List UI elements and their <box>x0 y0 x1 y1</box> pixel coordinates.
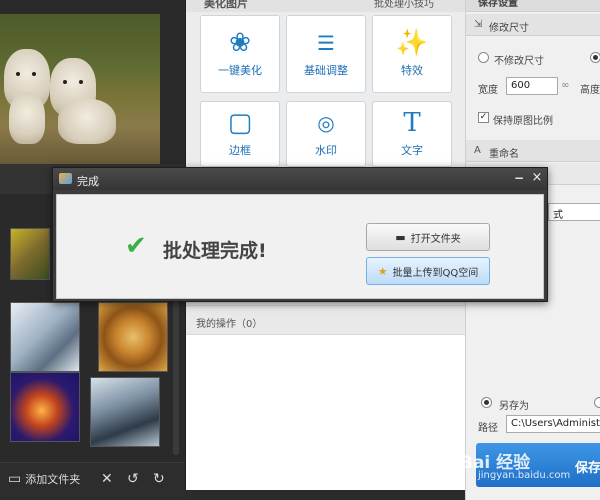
rename-section-label: 重命名 <box>489 149 519 160</box>
rotate-right-button[interactable]: ↻ <box>153 471 165 487</box>
upload-qzone-button[interactable]: ★ 批量上传到QQ空间 <box>366 257 490 285</box>
keep-ratio-label: 保持原图比例 <box>493 116 553 127</box>
tool-one-click-beautify[interactable]: ❀ 一键美化 <box>200 15 280 93</box>
my-operations-list <box>186 335 466 490</box>
tool-frame[interactable]: ▢ 边框 <box>200 101 280 167</box>
tool-label: 基础调整 <box>304 64 348 77</box>
delete-button[interactable]: ✕ <box>101 471 113 487</box>
add-folder-button[interactable]: ▭ 添加文件夹 <box>8 471 80 487</box>
tool-label: 边框 <box>229 144 251 157</box>
app-icon <box>59 173 72 184</box>
tool-watermark[interactable]: ◎ 水印 <box>286 101 366 167</box>
magic-wand-icon: ✨ <box>395 28 429 58</box>
star-icon: ★ <box>377 264 388 278</box>
rename-icon: A <box>474 145 481 156</box>
folder-icon: ▭ <box>8 471 22 487</box>
thumbnail[interactable] <box>10 302 80 372</box>
sliders-icon: ☰ <box>317 31 335 55</box>
dog-eye <box>63 80 67 84</box>
frame-icon: ▢ <box>227 108 253 138</box>
dog-eye <box>32 72 36 76</box>
height-label: 高度 <box>580 85 600 96</box>
text-icon: T <box>403 108 421 138</box>
save-as-radio[interactable] <box>481 397 492 408</box>
tool-effects[interactable]: ✨ 特效 <box>372 15 452 93</box>
no-resize-label: 不修改尺寸 <box>494 56 544 67</box>
rotate-right-icon: ↻ <box>153 471 165 487</box>
thumbnail[interactable] <box>10 372 80 442</box>
open-folder-button[interactable]: ▬ 打开文件夹 <box>366 223 490 251</box>
keep-ratio-checkbox[interactable]: ✓ <box>478 112 489 123</box>
dog-eye <box>16 72 20 76</box>
tulip-icon: ❀ <box>229 28 251 58</box>
path-label: 路径 <box>478 423 498 434</box>
dog-eye <box>79 80 83 84</box>
resize-icon: ⇲ <box>474 19 483 30</box>
preview-image <box>0 14 160 164</box>
panel-title: 保存设置 <box>478 0 518 9</box>
completion-dialog: 完成 − × ✔ 批处理完成! ▬ 打开文件夹 ★ 批量上传到QQ空间 <box>52 167 548 302</box>
dog-shape <box>9 92 45 144</box>
resize-section-header[interactable]: ⇲ 修改尺寸 <box>466 14 600 36</box>
dialog-body: ✔ 批处理完成! ▬ 打开文件夹 ★ 批量上传到QQ空间 <box>56 194 544 299</box>
left-toolbar: ▭ 添加文件夹 ✕ ↺ ↻ <box>0 462 185 500</box>
dog-shape <box>58 99 116 144</box>
my-operations-header: 我的操作（0） <box>186 305 466 335</box>
watermark-icon: ◎ <box>317 111 335 135</box>
resize-section-label: 修改尺寸 <box>489 23 529 34</box>
rotate-left-button[interactable]: ↺ <box>127 471 139 487</box>
panel-header: 保存设置 <box>466 0 600 12</box>
dialog-titlebar[interactable]: 完成 − × <box>53 168 547 190</box>
thumbnail[interactable] <box>98 302 168 372</box>
batch-tips-link[interactable]: 批处理小技巧 <box>374 0 434 10</box>
add-folder-label: 添加文件夹 <box>25 473 81 486</box>
save-button-label: 保存 <box>575 461 600 476</box>
tool-label: 水印 <box>315 144 337 157</box>
my-operations-label: 我的操作（0） <box>196 319 263 330</box>
overwrite-radio[interactable] <box>594 397 600 408</box>
checkmark-icon: ✔ <box>125 231 147 261</box>
width-label: 宽度 <box>478 85 498 96</box>
folder-icon: ▬ <box>395 230 406 244</box>
save-as-label: 另存为 <box>499 401 529 412</box>
tool-label: 特效 <box>401 64 423 77</box>
completion-message: 批处理完成! <box>163 240 267 262</box>
thumbnail[interactable] <box>90 377 160 447</box>
dialog-title: 完成 <box>77 175 99 188</box>
tool-label: 一键美化 <box>218 64 262 77</box>
tool-label: 文字 <box>401 144 423 157</box>
link-icon: ∞ <box>561 80 570 91</box>
path-field[interactable]: C:\Users\Administrat <box>506 415 600 433</box>
save-button[interactable]: 保存 <box>476 443 600 487</box>
open-folder-label: 打开文件夹 <box>410 233 461 245</box>
rename-section-header[interactable]: A 重命名 <box>466 140 600 162</box>
resize-radio[interactable] <box>590 52 600 63</box>
close-button[interactable]: × <box>530 170 544 185</box>
thumbnail[interactable] <box>10 228 50 280</box>
minimize-button[interactable]: − <box>512 171 526 185</box>
upload-qzone-label: 批量上传到QQ空间 <box>392 267 479 279</box>
format-select[interactable]: 式 <box>548 203 600 221</box>
no-resize-radio[interactable] <box>478 52 489 63</box>
panel-header: 美化图片 批处理小技巧 <box>186 0 466 12</box>
rotate-left-icon: ↺ <box>127 471 139 487</box>
tool-basic-adjust[interactable]: ☰ 基础调整 <box>286 15 366 93</box>
close-icon: ✕ <box>101 471 113 487</box>
tool-text[interactable]: T 文字 <box>372 101 452 167</box>
panel-title: 美化图片 <box>204 0 248 10</box>
width-field[interactable]: 600 <box>506 77 558 95</box>
